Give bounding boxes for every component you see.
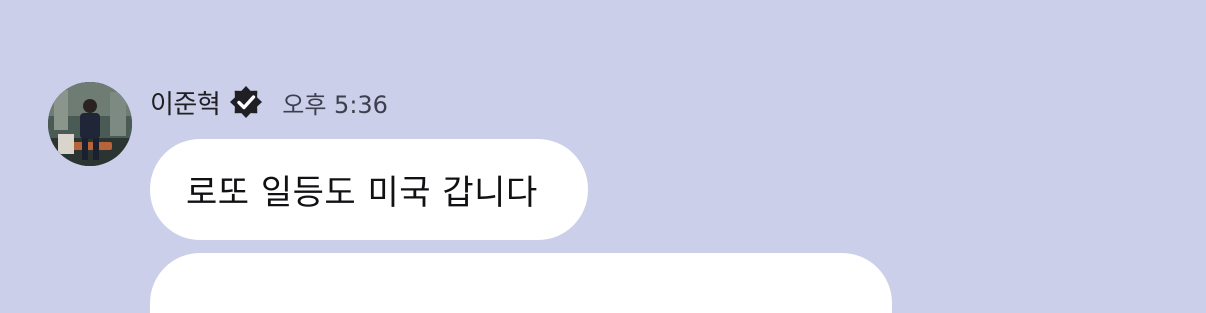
avatar[interactable] bbox=[48, 82, 132, 166]
verified-badge-icon bbox=[228, 84, 264, 120]
message-text: 로또 일등도 미국 갑니다 bbox=[186, 173, 538, 213]
avatar-image bbox=[48, 82, 132, 166]
chat-area: 이준혁 오후 5:36 로또 일등도 미국 갑니다 bbox=[0, 0, 1206, 313]
message-header: 이준혁 오후 5:36 bbox=[150, 84, 388, 120]
message-timestamp: 오후 5:36 bbox=[282, 90, 388, 119]
sender-name[interactable]: 이준혁 bbox=[150, 84, 221, 121]
message-bubble-next[interactable] bbox=[150, 253, 892, 313]
message-bubble[interactable]: 로또 일등도 미국 갑니다 bbox=[150, 139, 588, 240]
